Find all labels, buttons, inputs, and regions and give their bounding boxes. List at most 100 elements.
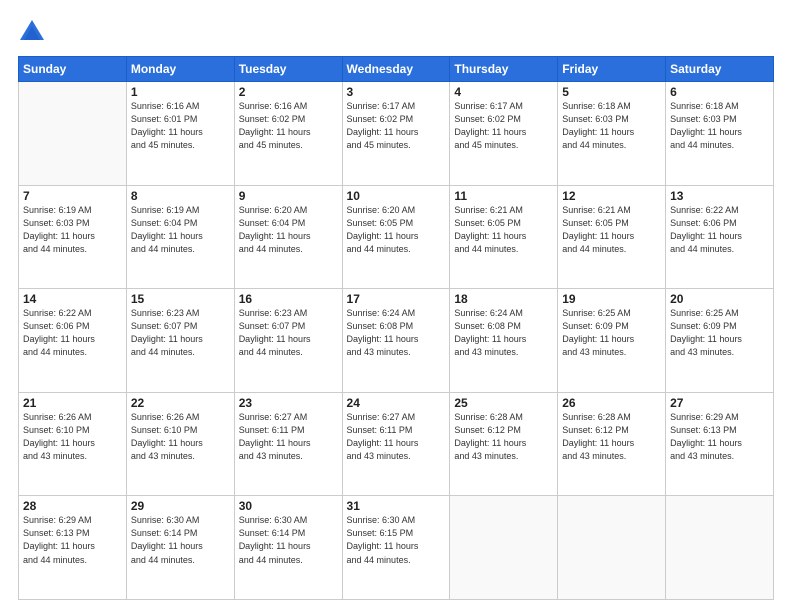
calendar-cell: 8Sunrise: 6:19 AM Sunset: 6:04 PM Daylig…: [126, 185, 234, 289]
calendar-cell: 6Sunrise: 6:18 AM Sunset: 6:03 PM Daylig…: [666, 82, 774, 186]
day-info: Sunrise: 6:29 AM Sunset: 6:13 PM Dayligh…: [670, 411, 769, 463]
day-number: 29: [131, 499, 230, 513]
day-info: Sunrise: 6:22 AM Sunset: 6:06 PM Dayligh…: [23, 307, 122, 359]
day-number: 28: [23, 499, 122, 513]
day-number: 21: [23, 396, 122, 410]
calendar-cell: 9Sunrise: 6:20 AM Sunset: 6:04 PM Daylig…: [234, 185, 342, 289]
day-number: 3: [347, 85, 446, 99]
day-info: Sunrise: 6:26 AM Sunset: 6:10 PM Dayligh…: [23, 411, 122, 463]
calendar-cell: [19, 82, 127, 186]
day-number: 26: [562, 396, 661, 410]
day-info: Sunrise: 6:16 AM Sunset: 6:02 PM Dayligh…: [239, 100, 338, 152]
day-info: Sunrise: 6:27 AM Sunset: 6:11 PM Dayligh…: [239, 411, 338, 463]
day-info: Sunrise: 6:22 AM Sunset: 6:06 PM Dayligh…: [670, 204, 769, 256]
day-info: Sunrise: 6:25 AM Sunset: 6:09 PM Dayligh…: [562, 307, 661, 359]
calendar-cell: 18Sunrise: 6:24 AM Sunset: 6:08 PM Dayli…: [450, 289, 558, 393]
calendar-cell: 20Sunrise: 6:25 AM Sunset: 6:09 PM Dayli…: [666, 289, 774, 393]
day-number: 27: [670, 396, 769, 410]
day-info: Sunrise: 6:17 AM Sunset: 6:02 PM Dayligh…: [347, 100, 446, 152]
day-number: 22: [131, 396, 230, 410]
calendar-week-2: 7Sunrise: 6:19 AM Sunset: 6:03 PM Daylig…: [19, 185, 774, 289]
day-info: Sunrise: 6:23 AM Sunset: 6:07 PM Dayligh…: [131, 307, 230, 359]
calendar-header-saturday: Saturday: [666, 57, 774, 82]
calendar-week-3: 14Sunrise: 6:22 AM Sunset: 6:06 PM Dayli…: [19, 289, 774, 393]
day-info: Sunrise: 6:18 AM Sunset: 6:03 PM Dayligh…: [670, 100, 769, 152]
calendar-header-monday: Monday: [126, 57, 234, 82]
calendar-cell: [558, 496, 666, 600]
calendar-cell: 23Sunrise: 6:27 AM Sunset: 6:11 PM Dayli…: [234, 392, 342, 496]
calendar-cell: 3Sunrise: 6:17 AM Sunset: 6:02 PM Daylig…: [342, 82, 450, 186]
day-info: Sunrise: 6:26 AM Sunset: 6:10 PM Dayligh…: [131, 411, 230, 463]
day-number: 20: [670, 292, 769, 306]
calendar-cell: 5Sunrise: 6:18 AM Sunset: 6:03 PM Daylig…: [558, 82, 666, 186]
calendar-cell: 25Sunrise: 6:28 AM Sunset: 6:12 PM Dayli…: [450, 392, 558, 496]
calendar-cell: [666, 496, 774, 600]
day-number: 2: [239, 85, 338, 99]
day-number: 4: [454, 85, 553, 99]
calendar-cell: 19Sunrise: 6:25 AM Sunset: 6:09 PM Dayli…: [558, 289, 666, 393]
day-number: 7: [23, 189, 122, 203]
day-info: Sunrise: 6:28 AM Sunset: 6:12 PM Dayligh…: [562, 411, 661, 463]
day-number: 19: [562, 292, 661, 306]
calendar-cell: 10Sunrise: 6:20 AM Sunset: 6:05 PM Dayli…: [342, 185, 450, 289]
day-info: Sunrise: 6:17 AM Sunset: 6:02 PM Dayligh…: [454, 100, 553, 152]
day-info: Sunrise: 6:19 AM Sunset: 6:03 PM Dayligh…: [23, 204, 122, 256]
day-number: 17: [347, 292, 446, 306]
day-info: Sunrise: 6:24 AM Sunset: 6:08 PM Dayligh…: [454, 307, 553, 359]
day-info: Sunrise: 6:20 AM Sunset: 6:04 PM Dayligh…: [239, 204, 338, 256]
day-number: 13: [670, 189, 769, 203]
calendar-cell: 22Sunrise: 6:26 AM Sunset: 6:10 PM Dayli…: [126, 392, 234, 496]
day-info: Sunrise: 6:21 AM Sunset: 6:05 PM Dayligh…: [454, 204, 553, 256]
day-number: 30: [239, 499, 338, 513]
calendar-cell: 27Sunrise: 6:29 AM Sunset: 6:13 PM Dayli…: [666, 392, 774, 496]
day-info: Sunrise: 6:19 AM Sunset: 6:04 PM Dayligh…: [131, 204, 230, 256]
day-number: 18: [454, 292, 553, 306]
logo: [18, 18, 50, 46]
calendar-cell: 30Sunrise: 6:30 AM Sunset: 6:14 PM Dayli…: [234, 496, 342, 600]
day-info: Sunrise: 6:25 AM Sunset: 6:09 PM Dayligh…: [670, 307, 769, 359]
logo-icon: [18, 18, 46, 46]
day-info: Sunrise: 6:21 AM Sunset: 6:05 PM Dayligh…: [562, 204, 661, 256]
day-info: Sunrise: 6:16 AM Sunset: 6:01 PM Dayligh…: [131, 100, 230, 152]
calendar-header-thursday: Thursday: [450, 57, 558, 82]
day-number: 9: [239, 189, 338, 203]
calendar-week-4: 21Sunrise: 6:26 AM Sunset: 6:10 PM Dayli…: [19, 392, 774, 496]
calendar-header-wednesday: Wednesday: [342, 57, 450, 82]
day-number: 24: [347, 396, 446, 410]
day-number: 16: [239, 292, 338, 306]
day-info: Sunrise: 6:29 AM Sunset: 6:13 PM Dayligh…: [23, 514, 122, 566]
day-info: Sunrise: 6:18 AM Sunset: 6:03 PM Dayligh…: [562, 100, 661, 152]
day-info: Sunrise: 6:30 AM Sunset: 6:14 PM Dayligh…: [131, 514, 230, 566]
day-number: 23: [239, 396, 338, 410]
calendar-cell: 7Sunrise: 6:19 AM Sunset: 6:03 PM Daylig…: [19, 185, 127, 289]
day-info: Sunrise: 6:24 AM Sunset: 6:08 PM Dayligh…: [347, 307, 446, 359]
calendar-cell: 4Sunrise: 6:17 AM Sunset: 6:02 PM Daylig…: [450, 82, 558, 186]
calendar-cell: 13Sunrise: 6:22 AM Sunset: 6:06 PM Dayli…: [666, 185, 774, 289]
calendar-cell: 24Sunrise: 6:27 AM Sunset: 6:11 PM Dayli…: [342, 392, 450, 496]
day-info: Sunrise: 6:30 AM Sunset: 6:14 PM Dayligh…: [239, 514, 338, 566]
header: [18, 18, 774, 46]
calendar-cell: 2Sunrise: 6:16 AM Sunset: 6:02 PM Daylig…: [234, 82, 342, 186]
calendar-cell: 21Sunrise: 6:26 AM Sunset: 6:10 PM Dayli…: [19, 392, 127, 496]
calendar-header-sunday: Sunday: [19, 57, 127, 82]
calendar-cell: 17Sunrise: 6:24 AM Sunset: 6:08 PM Dayli…: [342, 289, 450, 393]
day-info: Sunrise: 6:28 AM Sunset: 6:12 PM Dayligh…: [454, 411, 553, 463]
day-number: 15: [131, 292, 230, 306]
calendar-cell: 28Sunrise: 6:29 AM Sunset: 6:13 PM Dayli…: [19, 496, 127, 600]
day-number: 14: [23, 292, 122, 306]
calendar-header-tuesday: Tuesday: [234, 57, 342, 82]
day-number: 8: [131, 189, 230, 203]
calendar-cell: [450, 496, 558, 600]
day-number: 1: [131, 85, 230, 99]
day-info: Sunrise: 6:27 AM Sunset: 6:11 PM Dayligh…: [347, 411, 446, 463]
calendar-cell: 11Sunrise: 6:21 AM Sunset: 6:05 PM Dayli…: [450, 185, 558, 289]
calendar-cell: 14Sunrise: 6:22 AM Sunset: 6:06 PM Dayli…: [19, 289, 127, 393]
calendar-cell: 29Sunrise: 6:30 AM Sunset: 6:14 PM Dayli…: [126, 496, 234, 600]
day-number: 11: [454, 189, 553, 203]
calendar-cell: 1Sunrise: 6:16 AM Sunset: 6:01 PM Daylig…: [126, 82, 234, 186]
calendar-cell: 31Sunrise: 6:30 AM Sunset: 6:15 PM Dayli…: [342, 496, 450, 600]
calendar-header-row: SundayMondayTuesdayWednesdayThursdayFrid…: [19, 57, 774, 82]
day-number: 10: [347, 189, 446, 203]
calendar-cell: 15Sunrise: 6:23 AM Sunset: 6:07 PM Dayli…: [126, 289, 234, 393]
day-number: 25: [454, 396, 553, 410]
